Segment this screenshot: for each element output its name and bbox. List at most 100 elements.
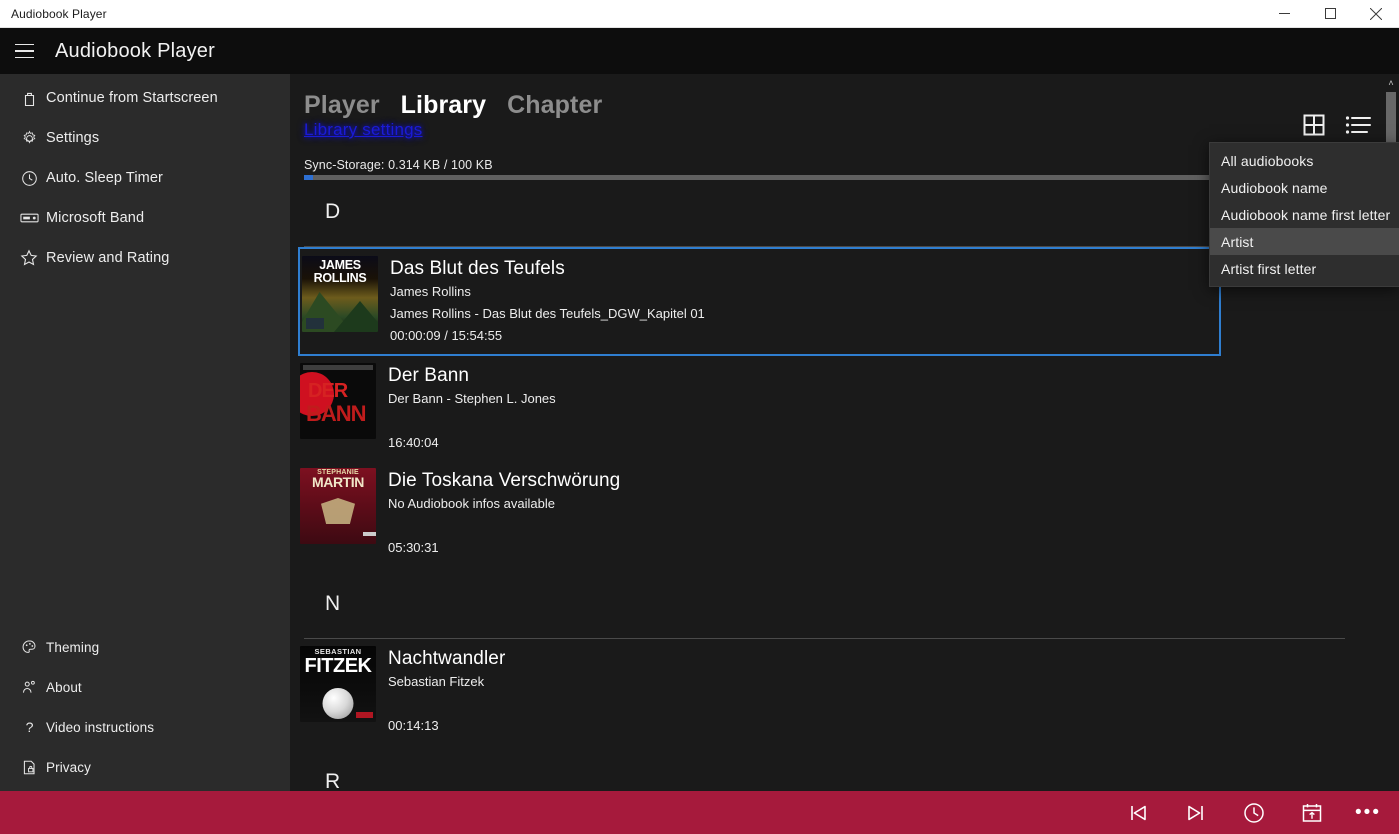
sidebar-item-label: Settings (46, 130, 99, 146)
sidebar-item-label: Video instructions (46, 720, 154, 735)
book-time: 16:40:04 (388, 432, 556, 454)
window-title: Audiobook Player (0, 7, 107, 21)
book-metadata: Nachtwandler Sebastian Fitzek 00:14:13 (376, 646, 505, 737)
lock-document-icon (12, 759, 46, 776)
cover-line-2: BANN (306, 403, 376, 425)
sidebar-item-microsoft-band[interactable]: Microsoft Band (0, 198, 290, 238)
book-metadata: Die Toskana Verschwörung No Audiobook in… (376, 468, 620, 559)
question-icon: ? (12, 719, 46, 736)
library-settings-link[interactable]: Library settings (304, 120, 422, 140)
close-icon[interactable] (1353, 0, 1399, 28)
sidebar-item-video-instructions[interactable]: ? Video instructions (0, 707, 290, 747)
sidebar-item-label: Privacy (46, 760, 91, 775)
menu-item-audiobook-name[interactable]: Audiobook name (1210, 174, 1399, 201)
window-controls (1261, 0, 1399, 28)
sidebar-item-theming[interactable]: Theming (0, 627, 290, 667)
menu-item-all-audiobooks[interactable]: All audiobooks (1210, 147, 1399, 174)
album-cover: DER BANN (300, 363, 376, 439)
menu-item-artist[interactable]: Artist (1210, 228, 1399, 255)
group-header-letter: R (290, 744, 1399, 791)
band-icon (12, 211, 46, 225)
cover-line-1: DER (308, 381, 376, 401)
gear-icon (12, 130, 46, 147)
book-artist: Sebastian Fitzek (388, 671, 505, 693)
cover-line-1: JAMES (302, 259, 378, 272)
book-time: 00:14:13 (388, 715, 505, 737)
book-time: 05:30:31 (388, 537, 620, 559)
sidebar-item-label: Continue from Startscreen (46, 90, 218, 106)
menu-item-artist-first-letter[interactable]: Artist first letter (1210, 255, 1399, 282)
sidebar-item-about[interactable]: About (0, 667, 290, 707)
group-header-letter: N (290, 566, 1399, 638)
table-row[interactable]: SEBASTIAN FITZEK Nachtwandler Sebastian … (290, 639, 1399, 744)
more-options-button[interactable]: ••• (1341, 791, 1395, 834)
sidebar-item-label: Microsoft Band (46, 210, 144, 226)
book-time: 00:00:09 / 15:54:55 (390, 325, 705, 347)
album-cover: SEBASTIAN FITZEK (300, 646, 376, 722)
book-artist: Der Bann - Stephen L. Jones (388, 388, 556, 410)
sidebar-item-review-and-rating[interactable]: Review and Rating (0, 238, 290, 278)
cover-art-badge (306, 318, 324, 329)
cover-art-shape (323, 688, 354, 719)
schedule-button[interactable] (1283, 791, 1341, 834)
scroll-up-arrow-icon[interactable]: ˄ (1383, 74, 1399, 92)
palette-icon (12, 639, 46, 656)
book-title: Die Toskana Verschwörung (388, 469, 620, 493)
grouping-dropdown-menu[interactable]: All audiobooks Audiobook name Audiobook … (1209, 142, 1399, 287)
book-file: James Rollins - Das Blut des Teufels_DGW… (390, 303, 705, 325)
book-artist: No Audiobook infos available (388, 493, 620, 515)
cover-line-2: MARTIN (300, 475, 376, 489)
list-view-icon[interactable] (1345, 112, 1371, 138)
sleep-timer-button[interactable] (1225, 791, 1283, 834)
tab-library[interactable]: Library (401, 90, 486, 120)
next-chapter-button[interactable] (1167, 791, 1225, 834)
album-cover: JAMES ROLLINS (302, 256, 378, 332)
sidebar-item-privacy[interactable]: Privacy (0, 747, 290, 787)
sidebar-top-group: Continue from Startscreen Settings Auto.… (0, 74, 290, 278)
title-bar: Audiobook Player (0, 0, 1399, 28)
sidebar-item-label: Auto. Sleep Timer (46, 170, 163, 186)
app-window: Audiobook Player Audiobook Player (0, 0, 1399, 834)
sidebar-item-auto-sleep-timer[interactable]: Auto. Sleep Timer (0, 158, 290, 198)
sidebar-item-continue-from-startscreen[interactable]: Continue from Startscreen (0, 78, 290, 118)
table-row[interactable]: STEPHANIE MARTIN Die Toskana Verschwörun… (290, 461, 1399, 566)
tab-player[interactable]: Player (304, 90, 380, 120)
player-bottom-bar: ••• (0, 791, 1399, 834)
sidebar-item-settings[interactable]: Settings (0, 118, 290, 158)
book-title: Nachtwandler (388, 647, 505, 671)
people-icon (12, 679, 46, 696)
clock-icon (12, 170, 46, 187)
cover-line-2: ROLLINS (302, 272, 378, 285)
book-metadata: Das Blut des Teufels James Rollins James… (378, 256, 705, 347)
app-header: Audiobook Player (0, 28, 1399, 74)
cover-line-2: FITZEK (300, 656, 376, 676)
previous-chapter-button[interactable] (1109, 791, 1167, 834)
table-row[interactable]: DER BANN Der Bann Der Bann - Stephen L. … (290, 356, 1399, 461)
book-metadata: Der Bann Der Bann - Stephen L. Jones 16:… (376, 363, 556, 454)
cover-art-shape (356, 712, 373, 718)
book-title: Das Blut des Teufels (390, 257, 705, 281)
star-icon (12, 249, 46, 267)
spacer (388, 693, 505, 715)
app-title: Audiobook Player (55, 40, 215, 63)
sidebar-item-label: Review and Rating (46, 250, 169, 266)
cover-art-shape (321, 498, 355, 524)
album-cover: STEPHANIE MARTIN (300, 468, 376, 544)
cover-art-shape (334, 301, 378, 332)
sidebar-item-label: About (46, 680, 82, 695)
minimize-icon[interactable] (1261, 0, 1307, 28)
tab-bar: Player Library Chapter (290, 74, 1399, 120)
svg-text:?: ? (25, 720, 33, 736)
book-artist: James Rollins (390, 281, 705, 303)
sidebar-bottom-group: Theming About ? Video instructions Priva… (0, 627, 290, 791)
tab-chapter[interactable]: Chapter (507, 90, 602, 120)
spacer (388, 515, 620, 537)
hamburger-icon[interactable] (0, 28, 48, 74)
maximize-icon[interactable] (1307, 0, 1353, 28)
table-row[interactable]: JAMES ROLLINS Das Blut des Teufels James… (298, 247, 1221, 356)
menu-item-audiobook-name-first-letter[interactable]: Audiobook name first letter (1210, 201, 1399, 228)
cover-art-shape (363, 532, 376, 536)
sidebar-item-label: Theming (46, 640, 99, 655)
view-mode-toolbar (1301, 112, 1371, 138)
grid-view-icon[interactable] (1301, 112, 1327, 138)
